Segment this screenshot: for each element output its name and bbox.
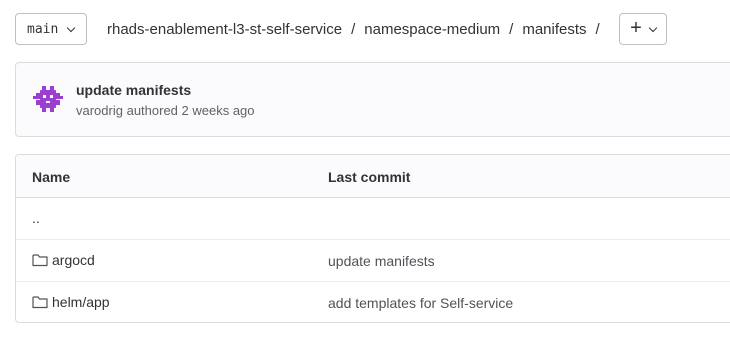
commit-meta: varodrig authored 2 weeks ago (76, 103, 255, 118)
breadcrumb-manifests[interactable]: manifests (522, 21, 586, 38)
table-row[interactable]: .. (16, 198, 730, 240)
plus-icon: + (630, 17, 642, 39)
file-table: Name Last commit .. argocd update manife… (15, 154, 730, 323)
last-commit-panel: update manifests varodrig authored 2 wee… (15, 62, 730, 137)
branch-selector[interactable]: main (15, 13, 87, 45)
row-name: .. (32, 210, 40, 226)
row-name: helm/app (52, 294, 110, 310)
parent-directory-link[interactable]: .. (32, 210, 40, 226)
commit-time: authored 2 weeks ago (126, 103, 255, 118)
row-name: argocd (52, 252, 95, 268)
chevron-down-icon (67, 23, 76, 32)
table-row[interactable]: helm/app add templates for Self-service (16, 282, 730, 322)
branch-name: main (27, 21, 59, 37)
commit-author[interactable]: varodrig (76, 103, 123, 118)
commit-title[interactable]: update manifests (76, 82, 191, 98)
breadcrumb-namespace[interactable]: namespace-medium (364, 21, 500, 38)
chevron-down-icon (648, 23, 658, 32)
column-header-last-commit: Last commit (328, 169, 411, 185)
table-header: Name Last commit (16, 155, 730, 198)
table-row[interactable]: argocd update manifests (16, 240, 730, 282)
file-link-argocd[interactable]: argocd (32, 252, 95, 268)
row-commit-message[interactable]: update manifests (328, 253, 435, 269)
breadcrumb-separator: / (351, 20, 356, 38)
row-commit-message[interactable]: add templates for Self-service (328, 295, 513, 311)
breadcrumb-separator: / (595, 20, 600, 38)
add-file-button[interactable]: + (619, 13, 667, 45)
column-header-name: Name (32, 169, 71, 185)
folder-icon (32, 296, 48, 309)
breadcrumb-repo[interactable]: rhads-enablement-l3-st-self-service (107, 21, 342, 38)
repo-toolbar: main rhads-enablement-l3-st-self-service… (15, 13, 730, 47)
breadcrumb-separator: / (509, 20, 514, 38)
avatar[interactable] (32, 83, 64, 115)
file-link-helm-app[interactable]: helm/app (32, 294, 110, 310)
folder-icon (32, 254, 48, 267)
breadcrumb: rhads-enablement-l3-st-self-service / na… (107, 13, 609, 45)
